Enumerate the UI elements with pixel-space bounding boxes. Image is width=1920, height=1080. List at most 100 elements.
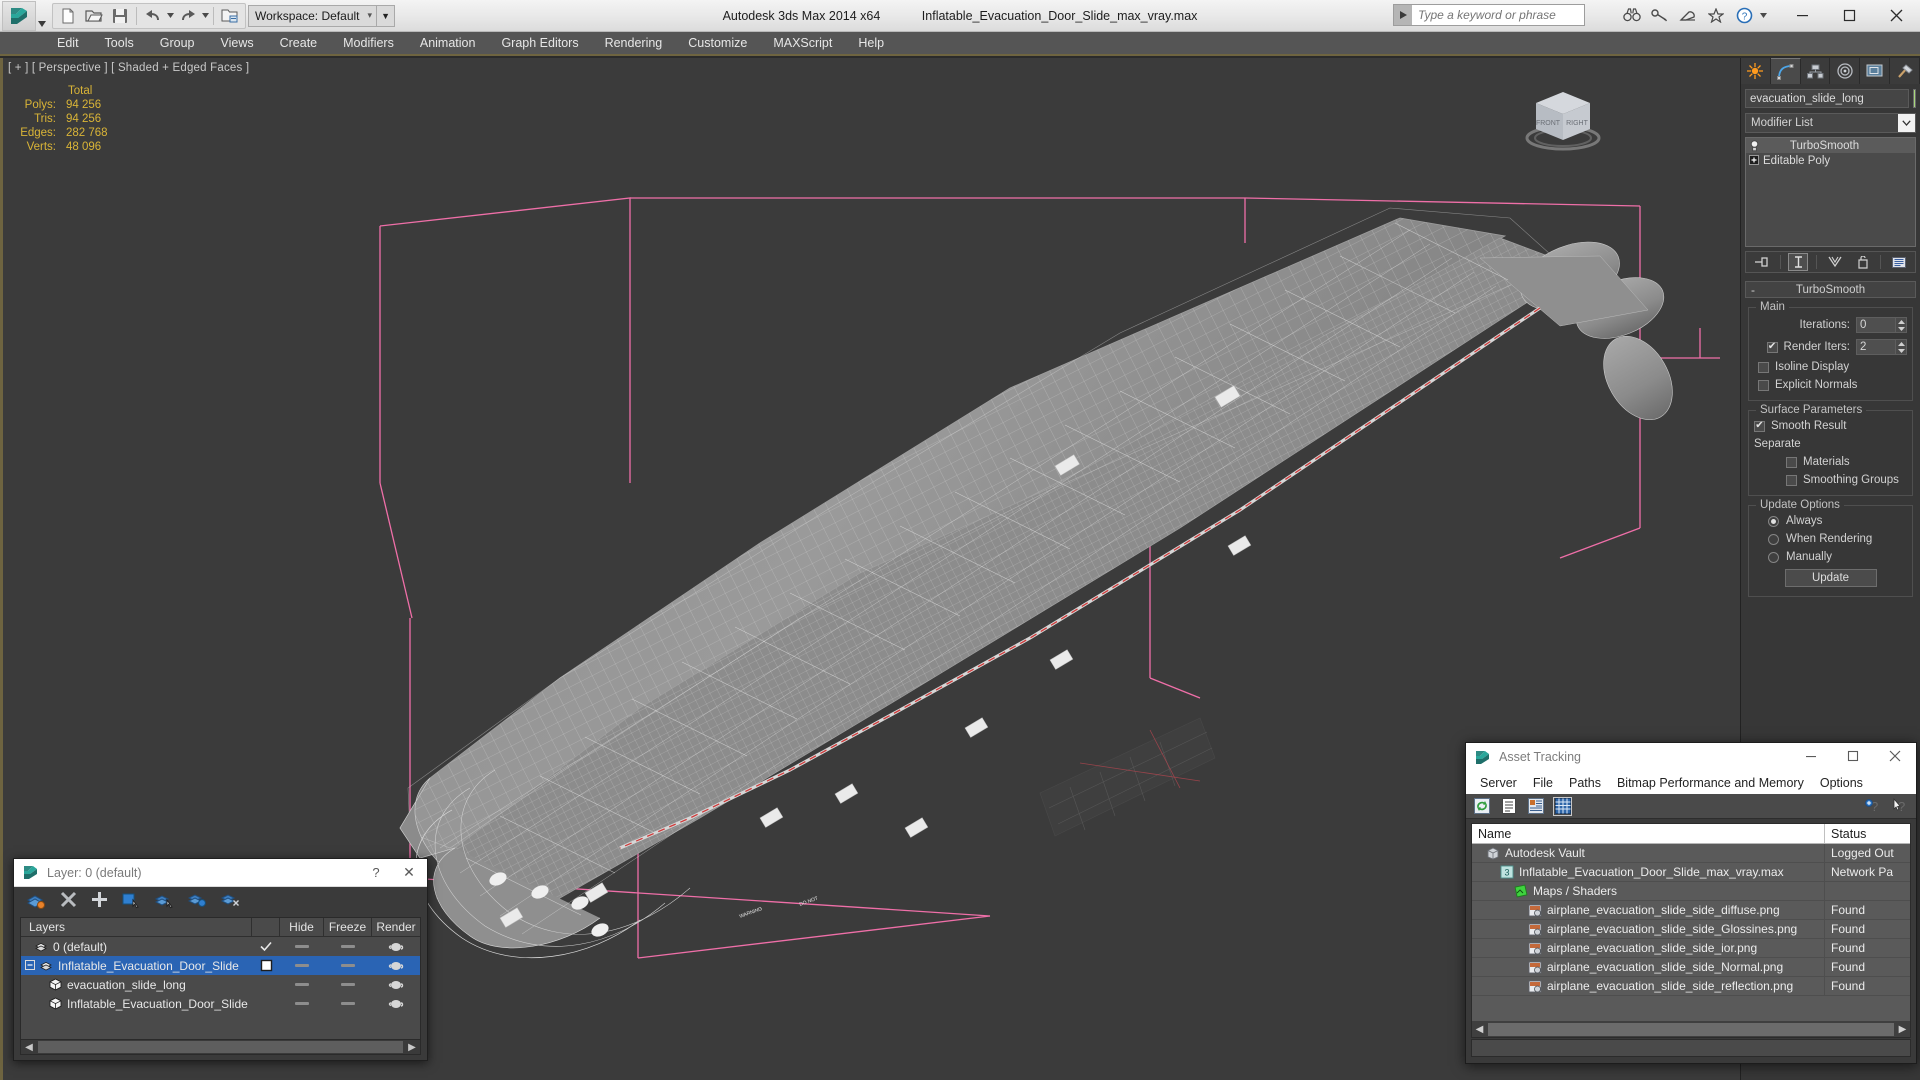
modifier-stack-item-editable-poly[interactable]: Editable Poly	[1746, 153, 1915, 168]
layer-row-hide-cell[interactable]	[280, 964, 324, 967]
asset-row-name-cell[interactable]: airplane_evacuation_slide_side_Normal.pn…	[1472, 957, 1825, 977]
scroll-thumb[interactable]	[1488, 1022, 1894, 1036]
restore-button[interactable]	[1826, 0, 1873, 31]
render-iters-input[interactable]	[1856, 339, 1896, 355]
select-highlighted-objects-icon[interactable]	[154, 891, 174, 914]
menu-item-tools[interactable]: Tools	[92, 33, 147, 53]
menu-item-views[interactable]: Views	[207, 33, 266, 53]
menu-item-animation[interactable]: Animation	[407, 33, 489, 53]
asset-row-name-cell[interactable]: airplane_evacuation_slide_side_ior.png	[1472, 938, 1825, 958]
layer-row-hide-cell[interactable]	[280, 983, 324, 986]
add-selection-to-layer-icon[interactable]	[91, 891, 108, 913]
layer-row-name-cell[interactable]: evacuation_slide_long	[21, 978, 252, 992]
layer-row-toggle-cell[interactable]	[252, 959, 280, 972]
menu-item-group[interactable]: Group	[147, 33, 208, 53]
table-row[interactable]: 3 Inflatable_Evacuation_Door_Slide_max_v…	[1472, 862, 1910, 882]
table-row[interactable]: airplane_evacuation_slide_side_Normal.pn…	[1472, 957, 1910, 977]
undo-icon[interactable]	[140, 4, 166, 28]
table-row[interactable]: 0 (default)	[21, 937, 420, 956]
table-row[interactable]: airplane_evacuation_slide_side_Glossines…	[1472, 919, 1910, 939]
rollout-collapse-icon[interactable]: -	[1751, 283, 1755, 297]
select-objects-in-layer-icon[interactable]	[122, 891, 141, 914]
layer-row-freeze-cell[interactable]	[324, 983, 372, 986]
layer-row-name-cell[interactable]: 0 (default)	[21, 940, 252, 954]
menu-item-help[interactable]: Help	[845, 33, 897, 53]
search-binoculars-icon[interactable]	[1619, 3, 1645, 27]
layer-row-freeze-cell[interactable]	[324, 964, 372, 967]
tab-create[interactable]	[1741, 58, 1771, 84]
layer-row-render-cell[interactable]	[372, 941, 420, 952]
modifier-list-caret-icon[interactable]	[1898, 114, 1915, 132]
update-when-rendering-radio[interactable]	[1768, 533, 1779, 545]
update-always-radio[interactable]	[1768, 515, 1779, 527]
list-view-icon[interactable]	[1499, 797, 1518, 816]
set-project-folder-icon[interactable]	[217, 4, 243, 28]
satellite-dish-icon[interactable]	[1675, 3, 1701, 27]
menu-item-create[interactable]: Create	[267, 33, 331, 53]
asset-row-name-cell[interactable]: Maps / Shaders	[1472, 881, 1825, 901]
smooth-result-checkbox[interactable]	[1754, 420, 1765, 432]
table-row[interactable]: evacuation_slide_long	[21, 975, 420, 994]
asset-row-name-cell[interactable]: Autodesk Vault	[1472, 843, 1825, 863]
menu-item-customize[interactable]: Customize	[675, 33, 760, 53]
modifier-stack-item-turbosmooth[interactable]: TurboSmooth	[1746, 138, 1915, 153]
isoline-display-checkbox[interactable]	[1758, 361, 1769, 373]
object-name-input[interactable]	[1745, 89, 1909, 108]
layer-dialog-close-button[interactable]: ✕	[391, 864, 427, 881]
layer-row-render-cell[interactable]	[372, 998, 420, 1009]
asset-row-name-cell[interactable]: 3 Inflatable_Evacuation_Door_Slide_max_v…	[1472, 862, 1825, 882]
create-new-layer-icon[interactable]	[26, 891, 46, 914]
render-iters-checkbox[interactable]	[1766, 341, 1778, 353]
help-add-icon[interactable]: ?	[1864, 797, 1883, 816]
workspace-dropdown-button[interactable]: ▼	[377, 4, 396, 27]
layer-dialog-help-button[interactable]: ?	[361, 865, 391, 880]
asset-list[interactable]: Name Status Autodesk Vault Logged Out 3 …	[1471, 823, 1911, 1038]
asset-close-button[interactable]	[1874, 750, 1916, 765]
hide-unhide-layer-icon[interactable]	[220, 891, 240, 914]
delete-layer-icon[interactable]	[60, 891, 77, 913]
materials-checkbox[interactable]	[1786, 456, 1797, 468]
refresh-icon[interactable]	[1472, 797, 1491, 816]
scroll-right-icon[interactable]: ▶	[1895, 1024, 1910, 1035]
render-iters-spinner[interactable]	[1856, 339, 1907, 355]
render-iters-spin-arrows[interactable]	[1896, 339, 1907, 355]
iterations-input[interactable]	[1856, 317, 1896, 333]
collapse-minus-icon[interactable]	[25, 959, 35, 973]
tab-motion[interactable]	[1830, 58, 1861, 84]
open-file-icon[interactable]	[81, 4, 107, 28]
menu-item-modifiers[interactable]: Modifiers	[330, 33, 407, 53]
asset-menu-paths[interactable]: Paths	[1561, 774, 1609, 792]
asset-row-name-cell[interactable]: airplane_evacuation_slide_side_reflectio…	[1472, 976, 1825, 996]
update-manually-radio[interactable]	[1768, 551, 1779, 563]
remove-modifier-icon[interactable]	[1853, 253, 1873, 271]
table-row[interactable]: Inflatable_Evacuation_Door_Slide	[21, 994, 420, 1013]
layer-properties-dialog[interactable]: Layer: 0 (default) ? ✕ Layers Hide Freez…	[13, 858, 428, 1061]
tab-modify[interactable]	[1770, 58, 1801, 84]
turbosmooth-rollout-header[interactable]: - TurboSmooth	[1745, 281, 1916, 298]
redo-icon[interactable]	[175, 4, 201, 28]
update-button[interactable]: Update	[1784, 569, 1877, 587]
tab-utilities[interactable]	[1890, 58, 1920, 84]
scroll-left-icon[interactable]: ◀	[1472, 1024, 1487, 1035]
make-unique-icon[interactable]	[1825, 253, 1845, 271]
layer-horizontal-scrollbar[interactable]: ◀ ▶	[20, 1039, 421, 1055]
table-row[interactable]: airplane_evacuation_slide_side_reflectio…	[1472, 976, 1910, 996]
menu-item-maxscript[interactable]: MAXScript	[760, 33, 845, 53]
table-row[interactable]: airplane_evacuation_slide_side_ior.png F…	[1472, 938, 1910, 958]
close-button[interactable]	[1873, 0, 1920, 31]
modifier-stack[interactable]: TurboSmooth Editable Poly	[1745, 137, 1916, 247]
show-end-result-icon[interactable]	[1788, 253, 1809, 271]
modifier-list-dropdown[interactable]: Modifier List	[1745, 113, 1916, 133]
layer-row-render-cell[interactable]	[372, 960, 420, 971]
iterations-spinner[interactable]	[1856, 317, 1907, 333]
help-pointer-icon[interactable]: ?	[1891, 797, 1910, 816]
explicit-normals-checkbox[interactable]	[1758, 379, 1769, 391]
search-dropdown-icon[interactable]	[1394, 5, 1412, 25]
minimize-button[interactable]	[1779, 0, 1826, 31]
layer-row-freeze-cell[interactable]	[324, 945, 372, 948]
highlight-selected-objects-icon[interactable]	[187, 891, 207, 914]
smoothing-groups-checkbox[interactable]	[1786, 474, 1797, 486]
asset-row-name-cell[interactable]: airplane_evacuation_slide_side_diffuse.p…	[1472, 900, 1825, 920]
table-row[interactable]: Maps / Shaders	[1472, 881, 1910, 901]
grid-view-icon[interactable]	[1553, 796, 1572, 816]
